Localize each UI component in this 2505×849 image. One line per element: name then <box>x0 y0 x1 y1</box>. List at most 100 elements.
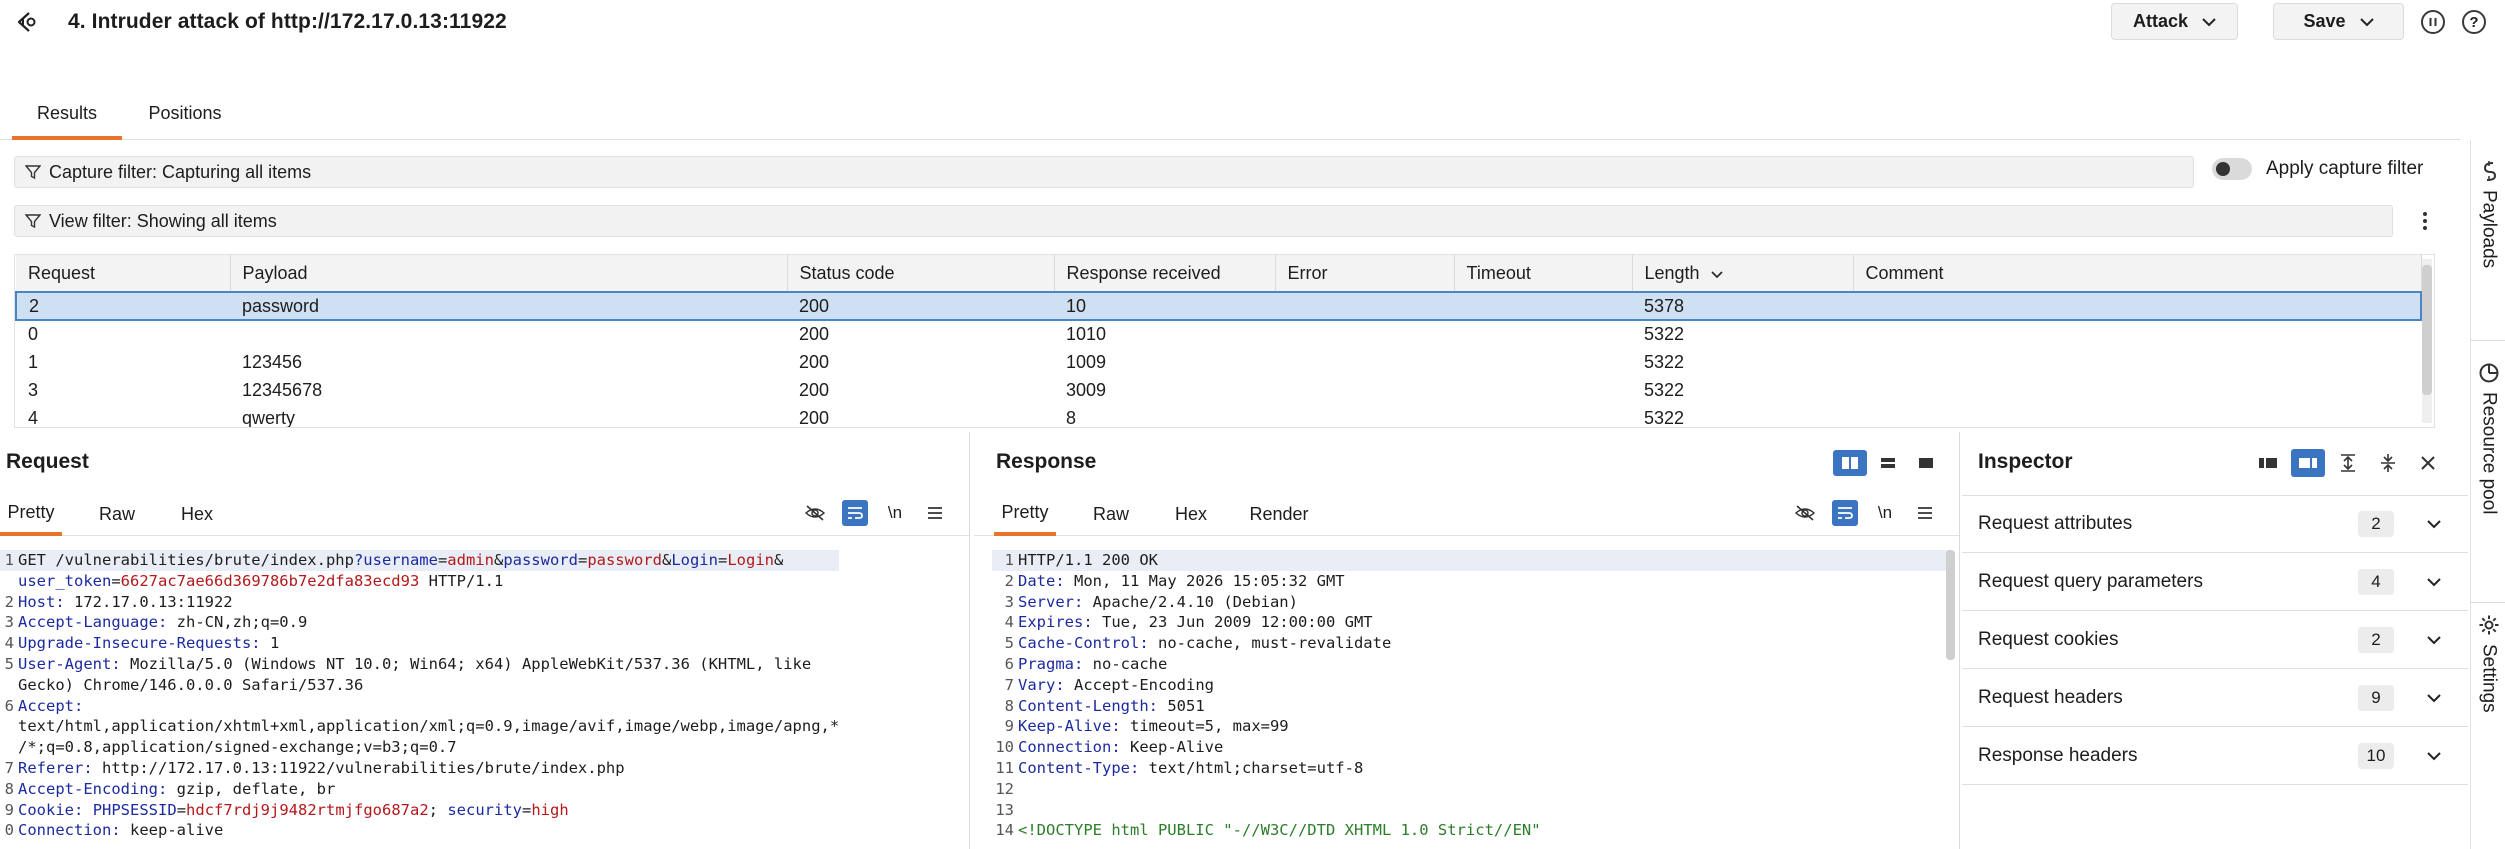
table-row[interactable]: 3 12345678 200 3009 5322 <box>16 376 2421 404</box>
response-scrollbar[interactable] <box>1946 550 1955 660</box>
newline-icon[interactable]: \n <box>882 500 908 526</box>
table-row[interactable]: 1 123456 200 1009 5322 <box>16 348 2421 376</box>
cell-request: 3 <box>28 379 39 400</box>
table-row[interactable]: 4 qwerty 200 8 5322 <box>16 404 2421 428</box>
code-line: 12 <box>995 779 1014 798</box>
code-line: 7 Referer: http://172.17.0.13:11922/vulne… <box>4 758 625 777</box>
tab-request-pretty[interactable]: Pretty <box>0 492 62 536</box>
code-line: 1 HTTP/1.1 200 OK <box>992 550 1952 571</box>
wrap-lines-icon[interactable] <box>842 500 868 526</box>
code-line: 6 Accept: <box>4 696 84 715</box>
col-payload[interactable]: Payload <box>230 255 788 292</box>
request-toolbar: \n <box>802 500 948 526</box>
tab-response-hex[interactable]: Hex <box>1164 492 1218 536</box>
code-line: 5 Cache-Control: no-cache, must-revalidat… <box>1004 634 1392 653</box>
more-options-icon[interactable] <box>2414 208 2436 234</box>
menu-icon[interactable] <box>922 500 948 526</box>
header-value-cont: Gecko) Chrome/146.0.0.0 Safari/537.36 <box>18 675 364 694</box>
sidebar-item-settings[interactable]: Settings <box>2471 614 2505 713</box>
request-line-start: GET /vulnerabilities/brute/index.php <box>18 551 354 569</box>
param-value: admin <box>447 551 494 569</box>
expand-all-icon[interactable] <box>2331 449 2365 477</box>
layout-left-icon[interactable] <box>2251 449 2285 477</box>
header-value: no-cache <box>1083 654 1168 673</box>
tab-request-raw[interactable]: Raw <box>90 492 144 536</box>
cell-error <box>1275 291 1454 321</box>
tab-positions[interactable]: Positions <box>130 100 240 140</box>
code-line: 5 User-Agent: Mozilla/5.0 (Windows NT 10.… <box>4 654 812 673</box>
header-value: timeout=5, max=99 <box>1120 717 1289 736</box>
collapse-all-icon[interactable] <box>2371 449 2405 477</box>
inspector-row-label: Request headers <box>1978 686 2123 708</box>
inspector-row-request-attributes[interactable]: Request attributes 2 <box>1962 495 2468 553</box>
capture-filter-bar[interactable]: Capture filter: Capturing all items <box>14 156 2194 188</box>
split-horizontal-icon[interactable] <box>1871 450 1905 476</box>
table-row[interactable]: 2 password 200 10 5378 <box>15 291 2422 321</box>
results-scrollbar[interactable] <box>2422 259 2432 423</box>
header-value: gzip, deflate, br <box>167 779 336 798</box>
amp: & <box>774 551 784 569</box>
inspector-row-query-parameters[interactable]: Request query parameters 4 <box>1962 553 2468 611</box>
apply-capture-toggle[interactable] <box>2212 158 2252 180</box>
inspector-row-request-headers[interactable]: Request headers 9 <box>1962 669 2468 727</box>
pause-icon[interactable] <box>2421 10 2445 34</box>
request-code[interactable]: 1 GET /vulnerabilities/brute/index.php?us… <box>0 550 840 841</box>
inspector-row-request-cookies[interactable]: Request cookies 2 <box>1962 611 2468 669</box>
header-key: User-Agent <box>18 654 112 673</box>
header-value: Mozilla/5.0 (Windows NT 10.0; Win64; x64… <box>120 654 812 673</box>
col-request[interactable]: Request <box>16 255 231 292</box>
tab-response-pretty[interactable]: Pretty <box>994 492 1056 536</box>
right-sidebar: Payloads Resource pool Settings <box>2470 140 2505 849</box>
newline-icon[interactable]: \n <box>1872 500 1898 526</box>
top-bar: 4. Intruder attack of http://172.17.0.13… <box>0 0 2505 46</box>
code-line: 4 Expires: Tue, 23 Jun 2009 12:00:00 GMT <box>1004 613 1373 632</box>
view-filter-bar[interactable]: View filter: Showing all items <box>14 205 2393 237</box>
split-vertical-icon[interactable] <box>1833 450 1867 476</box>
tab-response-raw[interactable]: Raw <box>1084 492 1138 536</box>
close-icon[interactable] <box>2411 449 2445 477</box>
chevron-down-icon <box>2427 693 2441 702</box>
inspector-row-label: Response headers <box>1978 744 2138 766</box>
sidebar-item-payloads[interactable]: Payloads <box>2471 160 2505 268</box>
tab-response-render[interactable]: Render <box>1242 492 1316 536</box>
col-timeout[interactable]: Timeout <box>1454 255 1633 292</box>
sidebar-item-resource-pool[interactable]: Resource pool <box>2471 362 2505 515</box>
param-name: username <box>363 551 438 569</box>
inspector-row-label: Request attributes <box>1978 513 2133 534</box>
cell-request: 0 <box>28 324 39 344</box>
col-comment[interactable]: Comment <box>1853 255 2422 292</box>
single-pane-icon[interactable] <box>1909 450 1943 476</box>
header-key: Pragma <box>1018 654 1074 673</box>
cell-length: 5322 <box>1644 324 1685 344</box>
inspector-row-response-headers[interactable]: Response headers 10 <box>1962 727 2468 785</box>
header-key: Host <box>18 592 56 611</box>
col-response-received[interactable]: Response received <box>1054 255 1276 292</box>
header-key: Accept-Encoding <box>18 779 158 798</box>
col-status-code[interactable]: Status code <box>787 255 1055 292</box>
inspector-row-label: Request cookies <box>1978 628 2119 650</box>
tab-request-hex[interactable]: Hex <box>170 492 224 536</box>
apply-capture-label: Apply capture filter <box>2266 158 2424 179</box>
response-title: Response <box>996 450 1097 473</box>
layout-right-icon[interactable] <box>2291 449 2325 477</box>
col-error[interactable]: Error <box>1275 255 1455 292</box>
code-line: 1 GET /vulnerabilities/brute/index.php?us… <box>0 550 840 571</box>
equals: = <box>437 551 448 569</box>
hide-eye-icon[interactable] <box>1792 500 1818 526</box>
chevron-down-icon <box>2202 17 2216 26</box>
attack-button[interactable]: Attack <box>2111 3 2238 40</box>
table-row[interactable]: 0 200 1010 5322 <box>16 320 2421 348</box>
menu-icon[interactable] <box>1912 500 1938 526</box>
help-icon[interactable]: ? <box>2462 10 2486 34</box>
response-toolbar: \n <box>1792 500 1938 526</box>
tab-results[interactable]: Results <box>12 100 122 140</box>
back-icon[interactable] <box>12 9 42 35</box>
save-button[interactable]: Save <box>2273 3 2404 40</box>
response-code[interactable]: 1 HTTP/1.1 200 OK 2 Date: Mon, 11 May 2026… <box>992 550 1952 841</box>
param-name: Login <box>671 551 718 569</box>
header-value: 1 <box>260 634 280 653</box>
header-key: Upgrade-Insecure-Requests <box>18 634 252 653</box>
hide-eye-icon[interactable] <box>802 500 828 526</box>
wrap-lines-icon[interactable] <box>1832 500 1858 526</box>
col-length[interactable]: Length <box>1632 255 1854 292</box>
